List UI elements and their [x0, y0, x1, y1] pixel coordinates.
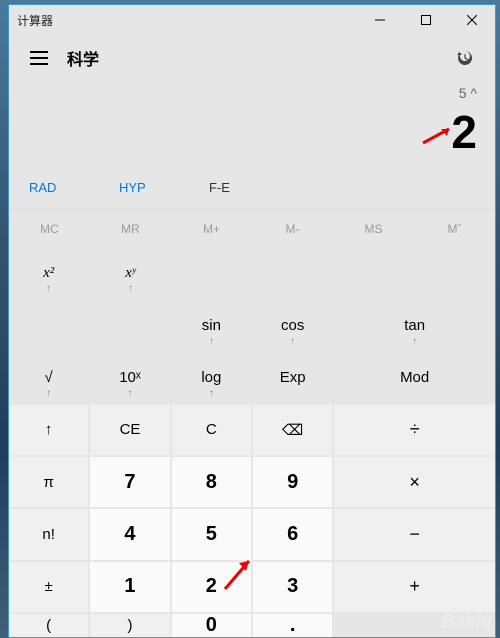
mrecall-button[interactable]: Mˇ: [414, 210, 495, 248]
sqrt-button[interactable]: √↑: [9, 353, 88, 403]
nine-button[interactable]: 9: [253, 457, 332, 507]
ms-button[interactable]: MS: [333, 210, 414, 248]
window-title: 计算器: [17, 12, 357, 29]
memory-row: MC MR M+ M- MS Mˇ: [9, 209, 495, 248]
xsq-button[interactable]: x²↑: [9, 248, 88, 298]
mplus-button[interactable]: M+: [171, 210, 252, 248]
titlebar: 计算器: [9, 5, 495, 35]
eight-button[interactable]: 8: [172, 457, 251, 507]
three-button[interactable]: 3: [253, 562, 332, 612]
minimize-button[interactable]: [357, 5, 403, 35]
tenx-button[interactable]: 10ˣ↑: [90, 353, 169, 403]
c-button[interactable]: C: [172, 405, 251, 455]
divide-button[interactable]: ÷: [334, 405, 495, 455]
add-button[interactable]: +: [334, 562, 495, 612]
annotation-arrow-icon: [219, 553, 259, 593]
sin-button[interactable]: sin↑: [172, 300, 251, 350]
log-button[interactable]: log↑: [172, 353, 251, 403]
mminus-button[interactable]: M-: [252, 210, 333, 248]
mode-row: RAD HYP F-E: [9, 165, 495, 209]
shift-button[interactable]: ↑: [9, 405, 88, 455]
seven-button[interactable]: 7: [90, 457, 169, 507]
hyp-button[interactable]: HYP: [109, 180, 189, 195]
rparen-button[interactable]: ): [90, 614, 169, 637]
exp-button[interactable]: Exp: [253, 353, 332, 403]
expression: 5 ^: [19, 85, 477, 105]
one-button[interactable]: 1: [90, 562, 169, 612]
annotation-arrow-icon: [421, 125, 455, 145]
result: 2: [19, 109, 477, 155]
display: 5 ^ 2: [9, 81, 495, 165]
subtract-button[interactable]: −: [334, 509, 495, 559]
lparen-button[interactable]: (: [9, 614, 88, 637]
multiply-button[interactable]: ×: [334, 457, 495, 507]
backspace-button[interactable]: ⌫: [253, 405, 332, 455]
mode-label: 科学: [67, 46, 445, 70]
header: 科学: [9, 35, 495, 81]
mod-button[interactable]: Mod: [334, 353, 495, 403]
maximize-button[interactable]: [403, 5, 449, 35]
rad-button[interactable]: RAD: [19, 180, 99, 195]
mr-button[interactable]: MR: [90, 210, 171, 248]
dot-button[interactable]: .: [253, 614, 332, 637]
button-grid: x²↑ xʸ↑ sin↑ cos↑ tan↑ √↑ 10ˣ↑ log↑ Exp …: [9, 248, 495, 637]
xy-button[interactable]: xʸ↑: [90, 248, 170, 298]
factorial-button[interactable]: n!: [9, 509, 88, 559]
history-icon[interactable]: [445, 48, 485, 68]
mc-button[interactable]: MC: [9, 210, 90, 248]
four-button[interactable]: 4: [90, 509, 169, 559]
calculator-window: 计算器 科学 5 ^ 2 RAD HYP F-E MC MR M+ M- MS …: [8, 4, 496, 638]
zero-button[interactable]: 0: [172, 614, 251, 637]
pi-button[interactable]: π: [9, 457, 88, 507]
cos-button[interactable]: cos↑: [253, 300, 332, 350]
menu-icon[interactable]: [19, 57, 59, 59]
fe-button[interactable]: F-E: [199, 180, 279, 195]
ce-button[interactable]: CE: [90, 405, 169, 455]
six-button[interactable]: 6: [253, 509, 332, 559]
close-button[interactable]: [449, 5, 495, 35]
plusminus-button[interactable]: ±: [9, 562, 88, 612]
tan-button[interactable]: tan↑: [334, 300, 495, 350]
